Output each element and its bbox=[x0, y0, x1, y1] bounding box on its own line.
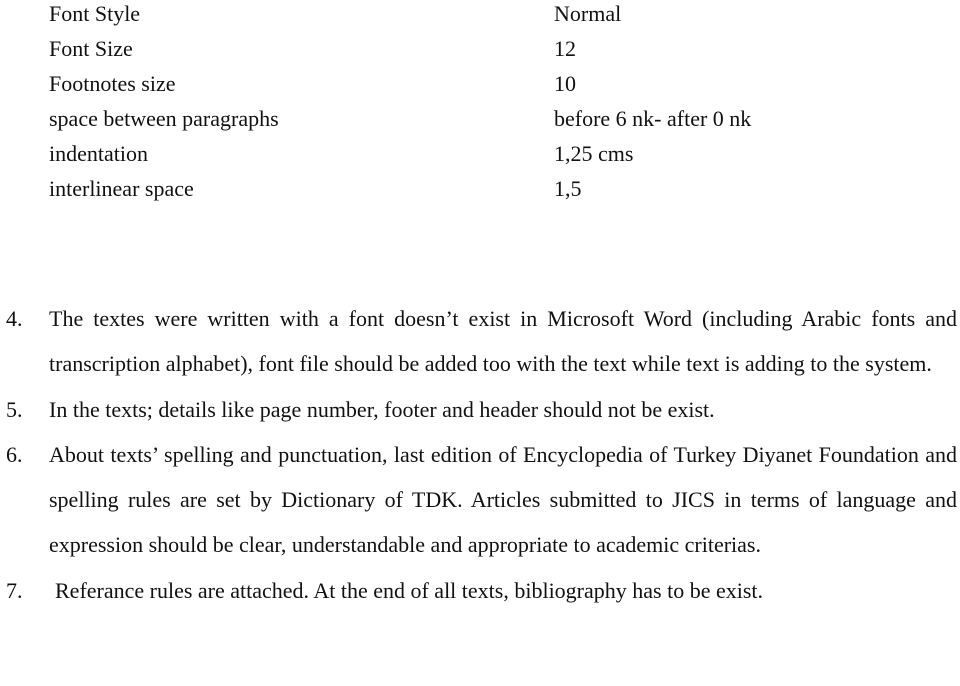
settings-label: space between paragraphs bbox=[49, 106, 279, 131]
list-item-number: 7. bbox=[6, 577, 23, 603]
list-item-number: 6. bbox=[6, 441, 23, 467]
list-item-number: 5. bbox=[6, 396, 23, 422]
settings-label: indentation bbox=[49, 141, 148, 166]
settings-value: 1,25 cms bbox=[554, 141, 634, 166]
settings-label: Font Style bbox=[49, 1, 141, 26]
list-item: 6. About texts’ spelling and punctuation… bbox=[0, 432, 960, 568]
list-item: 4. The textes were written with a font d… bbox=[0, 296, 960, 387]
settings-row-interlinear-space: interlinear space 1,5 bbox=[49, 175, 929, 210]
list-item-text: In the texts; details like page number, … bbox=[49, 396, 715, 422]
settings-row-footnotes-size: Footnotes size 10 bbox=[49, 70, 929, 105]
numbered-rules-list: 4. The textes were written with a font d… bbox=[0, 296, 960, 613]
settings-label: Font Size bbox=[49, 36, 133, 61]
settings-row-font-style: Font Style Normal bbox=[49, 0, 929, 35]
list-item-text: Referance rules are attached. At the end… bbox=[55, 577, 764, 603]
settings-value: Normal bbox=[554, 1, 622, 26]
list-item-text: The textes were written with a font does… bbox=[49, 306, 957, 377]
settings-row-paragraph-spacing: space between paragraphs before 6 nk- af… bbox=[49, 105, 929, 140]
list-item-number: 4. bbox=[6, 306, 23, 331]
list-item: 7. Referance rules are attached. At the … bbox=[0, 568, 960, 613]
list-item-text: About texts’ spelling and punctuation, l… bbox=[49, 441, 957, 558]
settings-label: interlinear space bbox=[49, 176, 194, 201]
formatting-settings-table: Font Style Normal Font Size 12 Footnotes… bbox=[49, 0, 929, 210]
settings-value: 1,5 bbox=[554, 176, 582, 201]
list-item: 5. In the texts; details like page numbe… bbox=[0, 387, 960, 432]
settings-label: Footnotes size bbox=[49, 71, 176, 96]
settings-value: 10 bbox=[554, 71, 576, 96]
settings-row-indentation: indentation 1,25 cms bbox=[49, 140, 929, 175]
settings-row-font-size: Font Size 12 bbox=[49, 35, 929, 70]
settings-value: before 6 nk- after 0 nk bbox=[554, 106, 752, 131]
settings-value: 12 bbox=[554, 36, 576, 61]
